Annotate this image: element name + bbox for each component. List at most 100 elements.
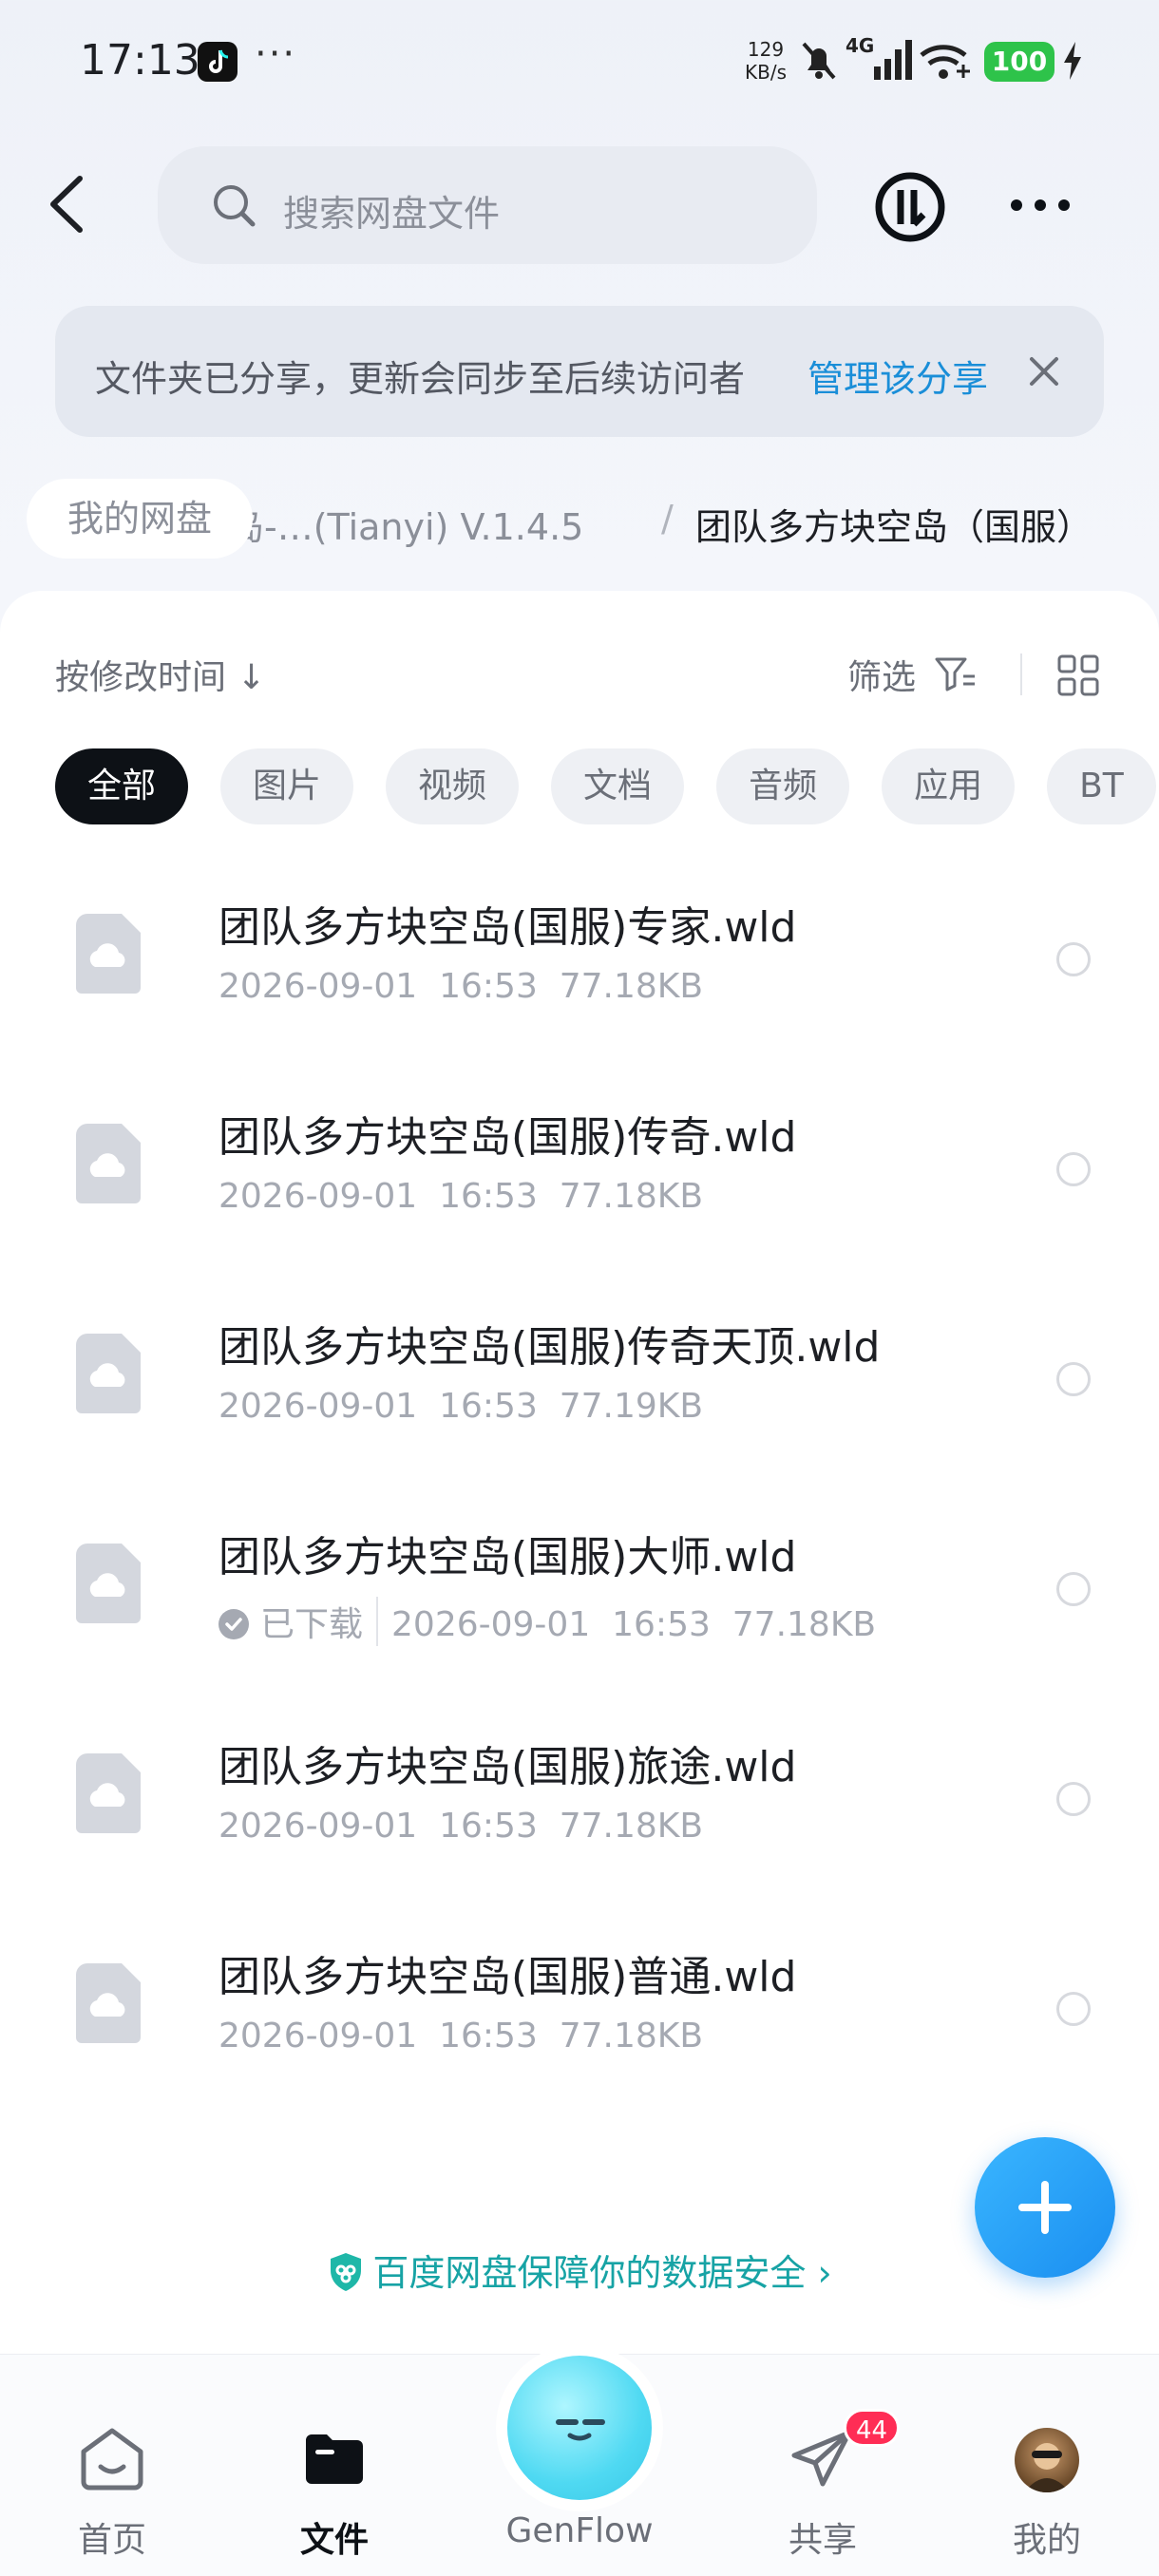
share-banner-text: 文件夹已分享，更新会同步至后续访问者 xyxy=(95,358,746,400)
chip-images[interactable]: 图片 xyxy=(220,748,354,824)
file-date: 2026-09-01 xyxy=(391,1605,591,1644)
status-time: 17:13 xyxy=(80,36,200,85)
category-chips: 全部 图片 视频 文档 音频 应用 BT xyxy=(55,748,1159,824)
battery-indicator: 100 xyxy=(984,42,1054,82)
file-date: 2026-09-01 xyxy=(218,1807,418,1846)
chip-all[interactable]: 全部 xyxy=(55,748,189,824)
more-button[interactable] xyxy=(1007,186,1074,224)
check-icon xyxy=(218,1609,249,1639)
chip-documents[interactable]: 文档 xyxy=(551,748,685,824)
cloud-file-icon xyxy=(74,1332,142,1415)
nav-share[interactable]: 共享 xyxy=(747,2355,899,2576)
grid-view-icon[interactable] xyxy=(1056,653,1100,701)
file-time: 16:53 xyxy=(439,1177,538,1216)
genflow-face-icon xyxy=(556,2419,605,2441)
close-banner-button[interactable] xyxy=(1026,353,1062,389)
status-bar: 17:13 ··· 129 KB/s 4G 100 xyxy=(0,0,1159,123)
history-button[interactable] xyxy=(872,169,948,245)
file-time: 16:53 xyxy=(612,1605,711,1644)
file-list-sheet: 按修改时间 ↓ 筛选 全部 图片 视频 文档 音频 应用 BT 团队多方块空岛(国服)专家.… xyxy=(0,591,1159,2358)
select-radio[interactable] xyxy=(1056,1572,1091,1606)
avatar[interactable] xyxy=(1015,2428,1079,2492)
more-icon xyxy=(1011,199,1070,211)
downloaded-status: 已下载 xyxy=(218,1597,379,1646)
file-size: 77.18KB xyxy=(559,2017,704,2055)
share-banner: 文件夹已分享，更新会同步至后续访问者 管理该分享 xyxy=(55,306,1104,437)
chip-bt[interactable]: BT xyxy=(1047,748,1156,824)
mute-bell-icon xyxy=(800,40,838,85)
file-date: 2026-09-01 xyxy=(218,1387,418,1426)
file-name: 团队多方块空岛(国服)大师.wld xyxy=(218,1533,797,1582)
cloud-file-icon xyxy=(74,1542,142,1625)
file-row[interactable]: 团队多方块空岛(国服)专家.wld 2026-09-01 16:53 77.18… xyxy=(0,866,1159,1076)
nav-me-label: 我的 xyxy=(1012,2521,1081,2560)
file-name: 团队多方块空岛(国服)专家.wld xyxy=(218,903,797,952)
history-icon xyxy=(875,172,945,242)
file-size: 77.18KB xyxy=(559,1177,704,1216)
sort-button[interactable]: 按修改时间 ↓ xyxy=(55,650,266,699)
data-safety-link[interactable]: 百度网盘保障你的数据安全 › xyxy=(0,2244,1159,2301)
charging-icon xyxy=(1062,40,1083,85)
back-button[interactable] xyxy=(42,171,99,237)
file-name: 团队多方块空岛(国服)旅途.wld xyxy=(218,1743,797,1791)
breadcrumb-separator: / xyxy=(661,498,674,540)
file-meta: 2026-09-01 16:53 77.18KB xyxy=(218,2017,703,2055)
cloud-file-icon xyxy=(74,1122,142,1205)
chip-audio[interactable]: 音频 xyxy=(716,748,850,824)
search-placeholder: 搜索网盘文件 xyxy=(283,193,501,235)
signal-icon xyxy=(861,38,914,85)
breadcrumb-parent[interactable]: 岛-…(Tianyi) V.1.4.5 xyxy=(228,498,583,550)
file-time: 16:53 xyxy=(439,967,538,1006)
status-more-dots: ··· xyxy=(255,32,297,76)
file-size: 77.19KB xyxy=(559,1387,704,1426)
file-meta: 2026-09-01 16:53 77.19KB xyxy=(218,1387,703,1426)
file-time: 16:53 xyxy=(439,1387,538,1426)
cloud-file-icon xyxy=(74,912,142,995)
filter-button[interactable]: 筛选 xyxy=(847,650,916,699)
file-time: 16:53 xyxy=(439,2017,538,2055)
close-icon xyxy=(1030,357,1058,386)
cloud-file-icon xyxy=(74,1752,142,1835)
genflow-button[interactable] xyxy=(507,2356,652,2500)
home-icon xyxy=(78,2425,146,2493)
file-date: 2026-09-01 xyxy=(218,1177,418,1216)
file-name: 团队多方块空岛(国服)传奇天顶.wld xyxy=(218,1323,881,1372)
network-speed-value: 129 xyxy=(747,38,785,61)
file-meta: 2026-09-01 16:53 77.18KB xyxy=(218,1807,703,1846)
file-size: 77.18KB xyxy=(559,1807,704,1846)
nav-home[interactable]: 首页 xyxy=(36,2355,188,2576)
file-row[interactable]: 团队多方块空岛(国服)传奇天顶.wld 2026-09-01 16:53 77.… xyxy=(0,1286,1159,1496)
file-list: 团队多方块空岛(国服)专家.wld 2026-09-01 16:53 77.18… xyxy=(0,866,1159,2126)
breadcrumb-home[interactable]: 我的网盘 xyxy=(27,479,253,559)
chevron-right-icon: › xyxy=(817,2252,832,2294)
file-date: 2026-09-01 xyxy=(218,967,418,1006)
folder-icon xyxy=(300,2425,369,2493)
select-radio[interactable] xyxy=(1056,1782,1091,1816)
file-meta: 2026-09-01 16:53 77.18KB xyxy=(218,967,703,1006)
select-radio[interactable] xyxy=(1056,1152,1091,1186)
wifi-icon xyxy=(918,38,975,85)
data-safety-text: 百度网盘保障你的数据安全 xyxy=(372,2252,807,2294)
nav-share-label: 共享 xyxy=(788,2521,857,2560)
nav-files[interactable]: 文件 xyxy=(258,2355,410,2576)
file-meta: 已下载 2026-09-01 16:53 77.18KB xyxy=(218,1597,876,1646)
breadcrumb: 我的网盘 岛-…(Tianyi) V.1.4.5 / 团队多方块空岛（国服） xyxy=(0,479,1159,559)
chip-apps[interactable]: 应用 xyxy=(882,748,1016,824)
search-input[interactable]: 搜索网盘文件 xyxy=(158,146,817,264)
select-radio[interactable] xyxy=(1056,1362,1091,1396)
toolbar-divider xyxy=(1020,653,1022,695)
chip-videos[interactable]: 视频 xyxy=(386,748,520,824)
file-row[interactable]: 团队多方块空岛(国服)旅途.wld 2026-09-01 16:53 77.18… xyxy=(0,1706,1159,1916)
file-date: 2026-09-01 xyxy=(218,2017,418,2055)
filter-icon[interactable] xyxy=(935,655,977,697)
breadcrumb-current: 团队多方块空岛（国服） xyxy=(695,506,1093,548)
manage-share-link[interactable]: 管理该分享 xyxy=(808,350,988,402)
file-row[interactable]: 团队多方块空岛(国服)大师.wld 已下载 2026-09-01 16:53 77… xyxy=(0,1496,1159,1706)
network-speed: 129 KB/s xyxy=(737,38,794,84)
select-radio[interactable] xyxy=(1056,942,1091,976)
file-row[interactable]: 团队多方块空岛(国服)传奇.wld 2026-09-01 16:53 77.18… xyxy=(0,1076,1159,1286)
file-name: 团队多方块空岛(国服)普通.wld xyxy=(218,1953,797,2001)
select-radio[interactable] xyxy=(1056,1992,1091,2026)
file-size: 77.18KB xyxy=(732,1605,877,1644)
file-row[interactable]: 团队多方块空岛(国服)普通.wld 2026-09-01 16:53 77.18… xyxy=(0,1916,1159,2126)
